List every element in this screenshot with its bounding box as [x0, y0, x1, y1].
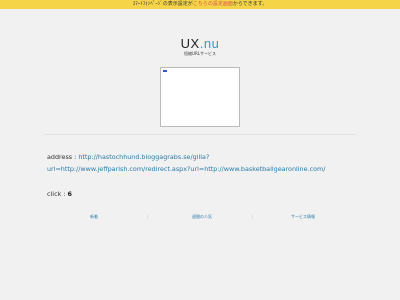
footer-separator: [252, 215, 253, 219]
page-preview-thumbnail[interactable]: [160, 67, 240, 127]
site-logo[interactable]: UX.nu 短縮URLサービス: [0, 37, 400, 56]
site-tagline: 短縮URLサービス: [184, 51, 216, 56]
click-count-value: 6: [67, 190, 72, 198]
click-count-row: click : 6: [47, 190, 72, 198]
click-label: click :: [47, 190, 66, 198]
footer-link-new[interactable]: 新着: [90, 213, 98, 221]
logo-main: UX: [180, 36, 200, 51]
address-row: address : http://hastochhund.bloggagrabs…: [47, 151, 347, 175]
footer-link-weekly-popular[interactable]: 週間の人気: [192, 213, 212, 221]
notice-prefix: ｽﾏｰﾄﾌｫﾝﾍﾟｰｼﾞの表示設定が: [132, 1, 193, 7]
address-label: address :: [47, 153, 77, 161]
logo-tld: nu: [203, 36, 220, 51]
section-divider: [44, 134, 356, 135]
footer-nav: 新着 週間の人気 サービス情報: [0, 213, 400, 221]
preview-page-icon: [163, 70, 167, 72]
notice-suffix: からできます。: [232, 1, 268, 7]
settings-link[interactable]: こちらの設定画面: [193, 1, 233, 7]
logo-wordmark[interactable]: UX.nu: [0, 37, 400, 50]
settings-notice-bar: ｽﾏｰﾄﾌｫﾝﾍﾟｰｼﾞの表示設定がこちらの設定画面からできます。: [0, 0, 400, 9]
footer-separator: [147, 215, 148, 219]
footer-link-service-info[interactable]: サービス情報: [291, 213, 315, 221]
address-url-link[interactable]: http://hastochhund.bloggagrabs.se/gilla?…: [47, 153, 325, 173]
